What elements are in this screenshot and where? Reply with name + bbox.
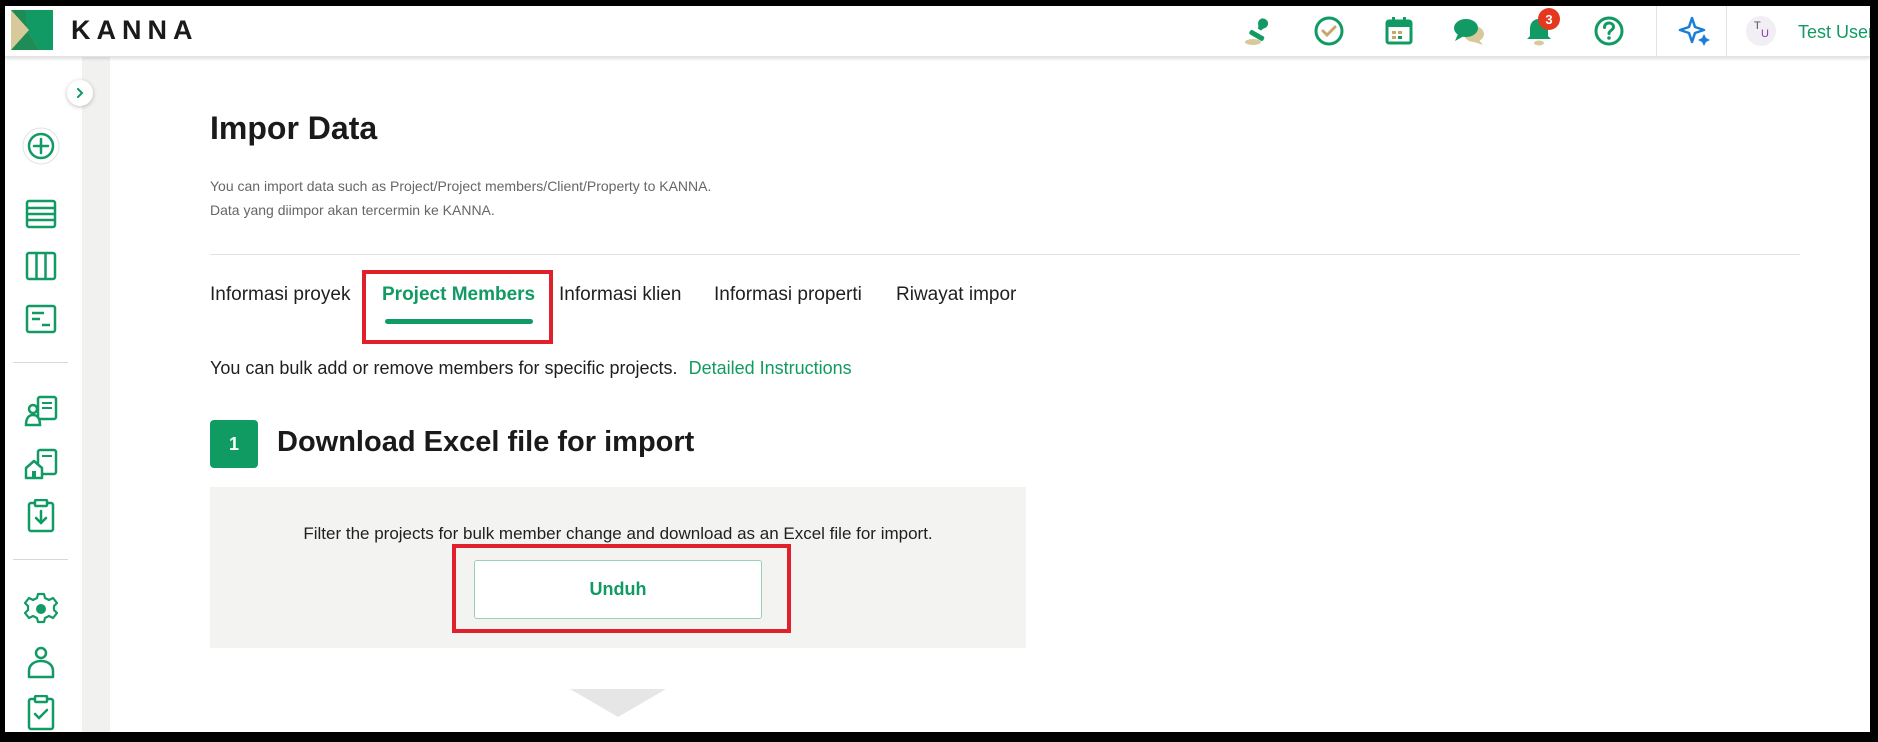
sparkle-icon (1678, 16, 1710, 46)
tab-informasi-klien[interactable]: Informasi klien (559, 284, 682, 306)
notification-button[interactable]: 3 (1522, 8, 1560, 48)
info-text: You can bulk add or remove members for s… (210, 358, 852, 379)
tab-riwayat-impor[interactable]: Riwayat impor (896, 284, 1016, 306)
page-description-id: Data yang diimpor akan tercermin ke KANN… (210, 202, 495, 218)
import-icon (27, 499, 55, 533)
avatar[interactable]: T U (1746, 16, 1776, 46)
calendar-button[interactable] (1382, 14, 1416, 48)
report-icon (25, 304, 57, 334)
list-icon (25, 199, 57, 229)
sidebar-item-approval[interactable] (21, 693, 61, 732)
avatar-initial-bottom: U (1761, 28, 1769, 40)
sidebar-item-import[interactable] (21, 496, 61, 536)
sidebar-gutter (82, 57, 110, 732)
add-circle-icon (22, 127, 60, 165)
avatar-initial-top: T (1754, 20, 1761, 32)
chevron-right-icon (77, 88, 84, 98)
panel-instruction: Filter the projects for bulk member chan… (303, 524, 933, 543)
tab-informasi-properti[interactable]: Informasi properti (714, 284, 862, 306)
sidebar-divider (13, 362, 68, 363)
calendar-icon (1385, 17, 1413, 45)
sidebar-item-report[interactable] (21, 299, 61, 339)
kanna-logo-icon (11, 10, 53, 50)
top-header: KANNA 3 T U Test User (5, 6, 1870, 57)
highlight-box-button (452, 544, 791, 633)
chat-icon (1454, 19, 1484, 45)
sidebar-item-property[interactable] (21, 444, 61, 484)
step-number-badge: 1 (210, 420, 258, 468)
chat-button[interactable] (1452, 14, 1486, 48)
info-description: You can bulk add or remove members for s… (210, 358, 678, 378)
kanna-logo[interactable]: KANNA (11, 10, 199, 50)
stamp-button[interactable] (1242, 14, 1276, 48)
tab-informasi-proyek[interactable]: Informasi proyek (210, 284, 350, 306)
task-button[interactable] (1312, 14, 1346, 48)
logo-text: KANNA (71, 14, 199, 45)
step-arrow (570, 689, 666, 717)
property-icon (24, 448, 58, 480)
detailed-instructions-link[interactable]: Detailed Instructions (689, 358, 852, 378)
clipboard-check-icon (27, 695, 55, 731)
header-divider (1726, 6, 1727, 57)
user-name[interactable]: Test User (1798, 22, 1870, 43)
sidebar-item-project-list[interactable] (21, 194, 61, 234)
check-circle-icon (1314, 16, 1344, 46)
page-title: Impor Data (210, 110, 378, 146)
step-title: Download Excel file for import (277, 426, 695, 458)
sidebar-item-user[interactable] (21, 642, 61, 682)
user-icon (27, 646, 55, 679)
ai-assistant-button[interactable] (1678, 14, 1712, 48)
client-icon (24, 395, 58, 427)
section-divider (210, 254, 1800, 255)
app-window: KANNA 3 T U Test User Impor Data You can… (5, 6, 1870, 732)
sidebar-item-client[interactable] (21, 391, 61, 431)
stamp-icon (1245, 18, 1269, 45)
highlight-box-tab (362, 270, 553, 344)
notification-badge: 3 (1538, 8, 1560, 30)
help-button[interactable] (1592, 14, 1626, 48)
sidebar-item-create[interactable] (21, 126, 61, 166)
sidebar-divider (13, 559, 68, 560)
sidebar-item-board[interactable] (21, 246, 61, 286)
sidebar-item-settings[interactable] (21, 589, 61, 629)
settings-icon (24, 592, 58, 624)
main-content: Impor Data You can import data such as P… (110, 57, 1870, 732)
sidebar-collapse-button[interactable] (67, 80, 93, 106)
help-icon (1594, 16, 1624, 46)
header-divider (1656, 6, 1657, 57)
board-icon (25, 251, 57, 281)
sidebar (5, 57, 93, 732)
page-description-en: You can import data such as Project/Proj… (210, 178, 712, 194)
